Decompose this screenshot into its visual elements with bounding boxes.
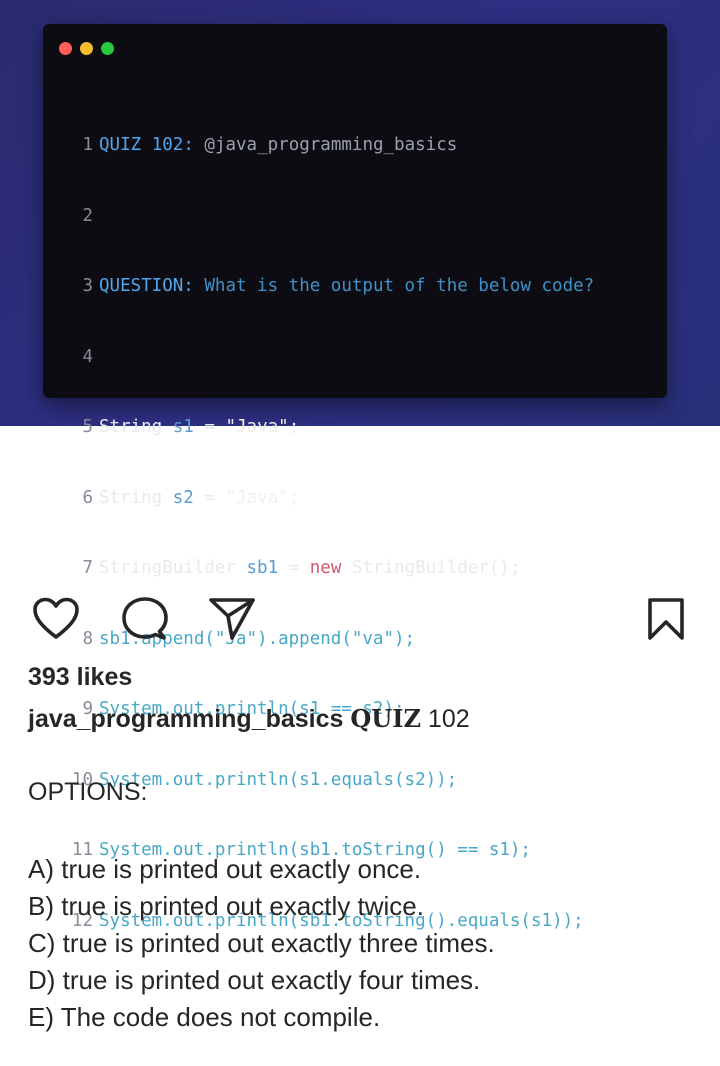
code-op: =	[204, 417, 215, 437]
question-label: QUESTION:	[99, 276, 194, 296]
post-actions	[0, 588, 720, 648]
code-call: StringBuilder();	[351, 558, 521, 578]
option-b: B) true is printed out exactly twice.	[28, 891, 424, 921]
option-c: C) true is printed out exactly three tim…	[28, 928, 495, 958]
post-caption: java_programming_basics QUIZ 102	[28, 704, 470, 734]
quiz-label: QUIZ	[99, 135, 142, 155]
option-d: D) true is printed out exactly four time…	[28, 965, 481, 995]
options-heading: OPTIONS:	[28, 778, 148, 806]
options-list: A) true is printed out exactly once. B) …	[28, 851, 495, 1036]
maximize-dot-icon	[101, 42, 114, 55]
heart-icon	[33, 597, 79, 639]
code-op: =	[204, 487, 215, 508]
minimize-dot-icon	[80, 42, 93, 55]
code-line: 7 StringBuilder sb1 = new StringBuilder()…	[63, 557, 594, 581]
comment-button[interactable]	[121, 596, 169, 647]
question-text: What is the output of the below code?	[204, 276, 595, 296]
code-type: String	[99, 417, 163, 437]
code-line: 4	[63, 346, 594, 370]
window-controls	[59, 42, 114, 55]
code-statement: System.out.println(s1.equals(s2));	[99, 769, 458, 790]
handle-text: @java_programming_basics	[204, 135, 458, 155]
option-e: E) The code does not compile.	[28, 1002, 381, 1032]
code-block: 1 QUIZ 102: @java_programming_basics 2 3Q…	[63, 87, 594, 980]
code-type: String	[99, 487, 163, 508]
comment-bubble-icon	[122, 597, 168, 640]
code-line: 3 QUESTION: What is the output of the bel…	[63, 275, 594, 299]
paper-plane-icon	[209, 598, 255, 640]
code-keyword: new	[309, 558, 342, 578]
bookmark-icon	[648, 598, 684, 640]
caption-quiz: QUIZ	[350, 704, 421, 733]
code-line: 5 String s1 = "Java";	[63, 416, 594, 440]
caption-number: 102	[427, 705, 470, 733]
code-string: "Java";	[225, 487, 300, 508]
code-line: 6 String s2 = "Java";	[63, 487, 594, 511]
line-number: 4	[82, 346, 93, 367]
code-var: sb1	[246, 558, 279, 578]
share-button[interactable]	[208, 596, 256, 647]
line-number: 1	[82, 135, 93, 155]
line-number: 7	[82, 558, 93, 578]
line-number: 2	[82, 205, 93, 226]
line-number: 3	[82, 276, 93, 296]
line-number: 6	[82, 487, 93, 508]
code-type: StringBuilder	[99, 558, 236, 578]
caption-username[interactable]: java_programming_basics	[28, 705, 343, 733]
post-image[interactable]: 1 QUIZ 102: @java_programming_basics 2 3Q…	[0, 0, 720, 931]
like-button[interactable]	[32, 597, 80, 646]
option-a: A) true is printed out exactly once.	[28, 854, 422, 884]
code-var: s1	[172, 417, 194, 437]
code-window: 1 QUIZ 102: @java_programming_basics 2 3Q…	[43, 24, 667, 931]
code-op: =	[288, 558, 300, 578]
quiz-number: 102	[151, 135, 184, 155]
code-line: 2	[63, 205, 594, 229]
line-number: 5	[82, 417, 93, 437]
quiz-colon: :	[183, 135, 194, 155]
code-string: "Java";	[225, 417, 300, 437]
save-button[interactable]	[646, 596, 686, 647]
close-dot-icon	[59, 42, 72, 55]
likes-count[interactable]: 393 likes	[28, 663, 132, 692]
code-line: 1 QUIZ 102: @java_programming_basics	[63, 134, 594, 158]
code-var: s2	[172, 487, 194, 508]
